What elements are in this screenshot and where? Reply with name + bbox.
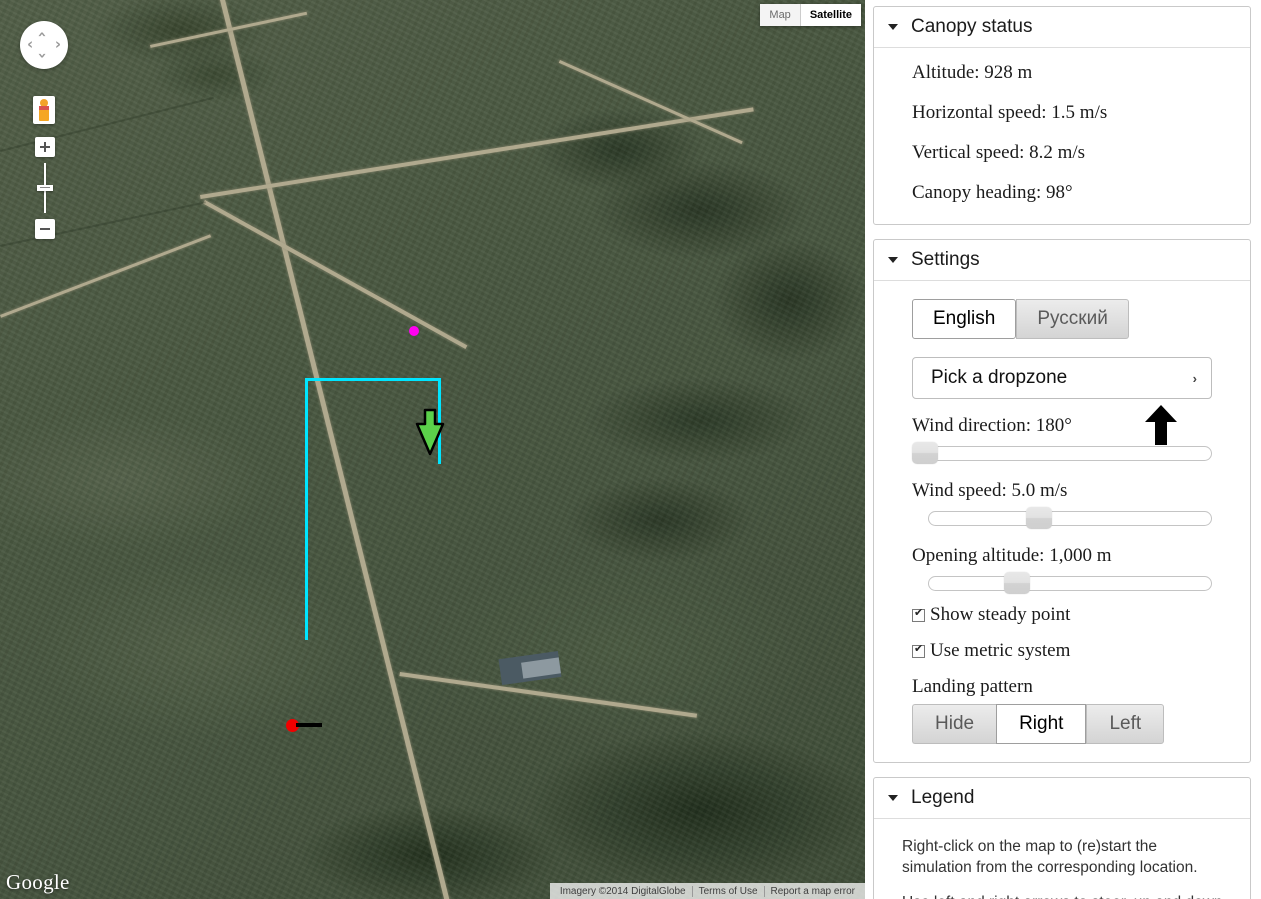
collapse-triangle-icon[interactable] — [888, 795, 898, 801]
zoom-in-button[interactable] — [35, 137, 55, 157]
pick-dropzone-button[interactable]: Pick a dropzone › — [912, 357, 1212, 399]
pan-control[interactable]: ‹ ‹ ‹ › — [20, 21, 68, 69]
show-steady-point-row[interactable]: Show steady point — [912, 604, 1212, 626]
pegman-streetview-icon[interactable] — [33, 96, 55, 124]
opening-altitude-label: Opening altitude: 1,000 m — [912, 545, 1112, 566]
use-metric-system-checkbox[interactable] — [912, 642, 925, 658]
legend-paragraph: Use left and right arrows to steer, up a… — [902, 893, 1226, 899]
opening-altitude-slider[interactable] — [912, 572, 1212, 594]
zoom-slider-track[interactable] — [44, 163, 46, 185]
zoom-slider-track[interactable] — [44, 191, 46, 213]
wind-speed-label: Wind speed: 5.0 m/s — [912, 480, 1068, 501]
report-map-error-link[interactable]: Report a map error — [765, 886, 861, 897]
side-panel: Canopy status Altitude: 928 m Horizontal… — [865, 0, 1261, 899]
steady-point-marker — [409, 326, 419, 336]
wind-direction-arrow-icon — [1145, 405, 1177, 445]
language-english-button[interactable]: English — [912, 299, 1017, 339]
legend-title: Legend — [911, 787, 975, 808]
settings-title: Settings — [911, 249, 980, 270]
canopy-status-header[interactable]: Canopy status — [874, 7, 1250, 48]
show-steady-point-checkbox[interactable] — [912, 606, 925, 622]
slider-track[interactable] — [928, 446, 1212, 461]
zoom-out-button[interactable] — [35, 219, 55, 239]
settings-header[interactable]: Settings — [874, 240, 1250, 281]
altitude-readout: Altitude: 928 m — [912, 62, 1033, 83]
map-type-toggle[interactable]: Map Satellite — [760, 4, 861, 26]
canopy-status-title: Canopy status — [911, 16, 1033, 37]
landing-pattern-toggle[interactable]: Hide Right Left — [912, 704, 1212, 744]
slider-knob[interactable] — [1004, 572, 1030, 594]
landing-pattern-right-button[interactable]: Right — [996, 704, 1087, 744]
canopy-marker-icon — [415, 408, 445, 456]
vertical-speed-readout: Vertical speed: 8.2 m/s — [912, 142, 1086, 163]
pick-dropzone-label: Pick a dropzone — [931, 367, 1068, 388]
google-logo: Google — [6, 870, 70, 894]
legend-header[interactable]: Legend — [874, 778, 1250, 819]
canopy-heading-readout: Canopy heading: 98° — [912, 182, 1073, 203]
imagery-credit: Imagery ©2014 DigitalGlobe — [559, 885, 686, 897]
collapse-triangle-icon[interactable] — [888, 257, 898, 263]
landing-pattern-label: Landing pattern — [912, 676, 1033, 697]
wind-direction-slider[interactable] — [912, 405, 1212, 464]
landing-pattern-left-button[interactable]: Left — [1086, 704, 1165, 744]
language-toggle[interactable]: English Русский — [912, 299, 1212, 339]
slider-track[interactable] — [928, 511, 1212, 526]
pan-left-icon[interactable]: ‹ — [27, 37, 33, 52]
use-metric-system-row[interactable]: Use metric system — [912, 640, 1212, 662]
horizontal-speed-readout: Horizontal speed: 1.5 m/s — [912, 102, 1108, 123]
wind-speed-slider[interactable] — [912, 507, 1212, 529]
landing-pattern-hide-button[interactable]: Hide — [912, 704, 997, 744]
chevron-right-icon: › — [1192, 370, 1197, 386]
zoom-control[interactable] — [35, 137, 55, 239]
pan-up-icon[interactable]: ‹ — [34, 31, 52, 37]
canopy-status-card: Canopy status Altitude: 928 m Horizontal… — [873, 6, 1251, 225]
map-type-map-button[interactable]: Map — [760, 4, 801, 26]
settings-body: English Русский Pick a dropzone › Wind d… — [874, 281, 1250, 762]
canopy-status-body: Altitude: 928 m Horizontal speed: 1.5 m/… — [874, 48, 1250, 224]
show-steady-point-label: Show steady point — [930, 604, 1071, 625]
app-root: ‹ ‹ ‹ › Map Satellite Google Imagery ©20… — [0, 0, 1261, 899]
legend-card: Legend Right-click on the map to (re)sta… — [873, 777, 1251, 899]
terms-of-use-link[interactable]: Terms of Use — [693, 886, 764, 897]
language-russian-button[interactable]: Русский — [1016, 299, 1129, 339]
slider-track[interactable] — [928, 576, 1212, 591]
legend-body: Right-click on the map to (re)start the … — [874, 819, 1250, 899]
legend-paragraph: Right-click on the map to (re)start the … — [902, 838, 1198, 876]
map-type-satellite-button[interactable]: Satellite — [800, 4, 861, 26]
use-metric-system-label: Use metric system — [930, 640, 1071, 661]
satellite-map[interactable]: ‹ ‹ ‹ › Map Satellite Google Imagery ©20… — [0, 0, 865, 899]
map-attribution: Imagery ©2014 DigitalGlobe Terms of Use … — [549, 883, 865, 899]
exit-heading-line — [296, 723, 322, 727]
settings-card: Settings English Русский Pick a dropzone… — [873, 239, 1251, 763]
pegman-scarf — [39, 106, 49, 110]
slider-knob[interactable] — [912, 442, 938, 464]
pan-right-icon[interactable]: › — [55, 37, 61, 52]
zoom-slider-handle[interactable] — [37, 185, 53, 191]
collapse-triangle-icon[interactable] — [888, 24, 898, 30]
slider-knob[interactable] — [1026, 507, 1052, 529]
pan-down-icon[interactable]: ‹ — [33, 52, 51, 58]
